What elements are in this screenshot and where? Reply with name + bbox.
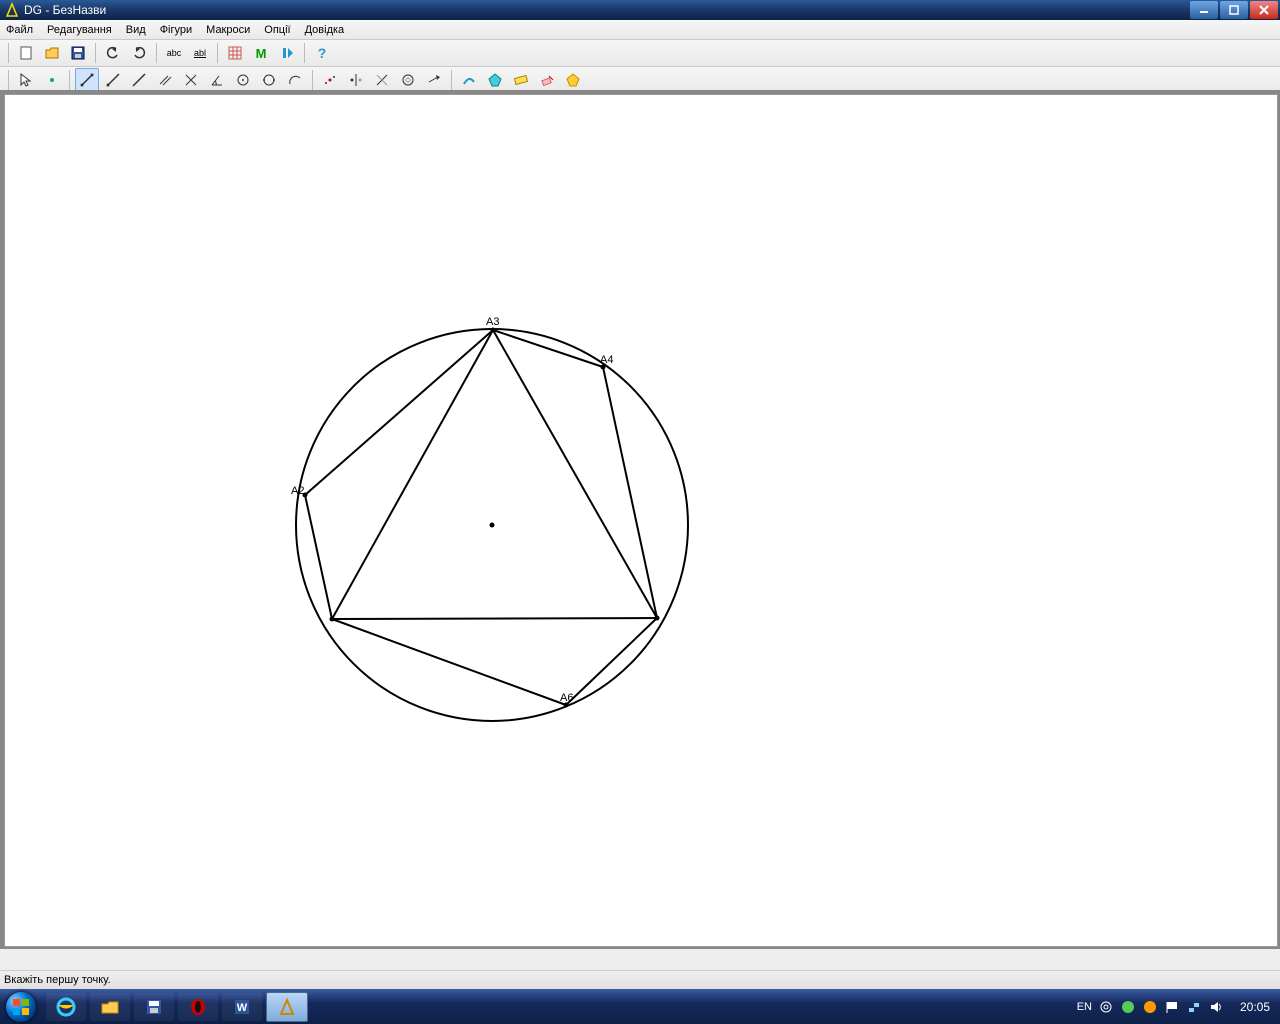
taskbar-dg-icon[interactable] — [266, 992, 308, 1022]
open-button[interactable] — [40, 41, 64, 65]
menu-help[interactable]: Довідка — [305, 24, 345, 36]
text-abc-button[interactable]: abc — [162, 41, 186, 65]
menu-figures[interactable]: Фігури — [160, 24, 192, 36]
line-tool[interactable] — [127, 68, 151, 92]
reflect-tool[interactable] — [344, 68, 368, 92]
dilate-tool[interactable] — [396, 68, 420, 92]
window-maximize-button[interactable] — [1220, 1, 1248, 19]
taskbar-ie-icon[interactable] — [46, 993, 86, 1021]
point-tool[interactable] — [40, 68, 64, 92]
menu-file[interactable]: Файл — [6, 24, 33, 36]
arrow-tool[interactable] — [14, 68, 38, 92]
window-close-button[interactable] — [1250, 1, 1278, 19]
circle-tool[interactable] — [231, 68, 255, 92]
tray-network-icon[interactable] — [1186, 999, 1202, 1015]
tray-volume-icon[interactable] — [1208, 999, 1224, 1015]
window-minimize-button[interactable] — [1190, 1, 1218, 19]
translate-tool[interactable] — [422, 68, 446, 92]
circle3-tool[interactable] — [257, 68, 281, 92]
fill-tool[interactable] — [561, 68, 585, 92]
ruler-tool[interactable] — [509, 68, 533, 92]
taskbar-explorer-icon[interactable] — [90, 993, 130, 1021]
text-abl-button[interactable]: abl — [188, 41, 212, 65]
polygon-tool[interactable] — [483, 68, 507, 92]
menubar: Файл Редагування Вид Фігури Макроси Опці… — [0, 20, 1280, 40]
tray-green-icon[interactable] — [1120, 999, 1136, 1015]
segment-tool[interactable] — [75, 68, 99, 92]
taskbar-word-icon[interactable]: W — [222, 993, 262, 1021]
status-text: Вкажіть першу точку. — [4, 974, 111, 986]
angle-tool[interactable] — [205, 68, 229, 92]
status-bar: Вкажіть першу точку. — [0, 970, 1280, 989]
help-button[interactable]: ? — [310, 41, 334, 65]
arc-tool[interactable] — [283, 68, 307, 92]
taskbar-opera-icon[interactable] — [178, 993, 218, 1021]
toolbar-standard: abc abl M ? — [0, 40, 1280, 67]
window-title: DG - БезНазви — [24, 3, 106, 17]
intersect-tool[interactable] — [179, 68, 203, 92]
app-icon — [4, 2, 20, 18]
new-button[interactable] — [14, 41, 38, 65]
svg-text:W: W — [237, 1002, 248, 1014]
play-button[interactable] — [275, 41, 299, 65]
system-tray: EN 20:05 — [1071, 999, 1280, 1015]
rotate-tool[interactable] — [370, 68, 394, 92]
geometry-drawing — [5, 95, 1205, 945]
undo-button[interactable] — [101, 41, 125, 65]
ray-tool[interactable] — [101, 68, 125, 92]
redo-button[interactable] — [127, 41, 151, 65]
taskbar: W EN 20:05 — [0, 989, 1280, 1024]
trace-tool[interactable] — [457, 68, 481, 92]
tray-lang[interactable]: EN — [1077, 1001, 1092, 1013]
menu-options[interactable]: Опції — [264, 24, 290, 36]
tray-orange-icon[interactable] — [1142, 999, 1158, 1015]
titlebar: DG - БезНазви — [0, 0, 1280, 20]
eraser-tool[interactable] — [535, 68, 559, 92]
work-area: A3A4A2A6 — [0, 90, 1280, 949]
parallel-tool[interactable] — [153, 68, 177, 92]
taskbar-save-icon[interactable] — [134, 993, 174, 1021]
midpoint-tool[interactable] — [318, 68, 342, 92]
tray-wifi-icon[interactable] — [1098, 999, 1114, 1015]
m-green-button[interactable]: M — [249, 41, 273, 65]
menu-macros[interactable]: Макроси — [206, 24, 250, 36]
save-button[interactable] — [66, 41, 90, 65]
menu-view[interactable]: Вид — [126, 24, 146, 36]
start-button[interactable] — [0, 989, 42, 1024]
tray-clock[interactable]: 20:05 — [1240, 1000, 1270, 1014]
grid-button[interactable] — [223, 41, 247, 65]
canvas[interactable]: A3A4A2A6 — [4, 94, 1278, 947]
tray-flag-icon[interactable] — [1164, 999, 1180, 1015]
menu-edit[interactable]: Редагування — [47, 24, 112, 36]
